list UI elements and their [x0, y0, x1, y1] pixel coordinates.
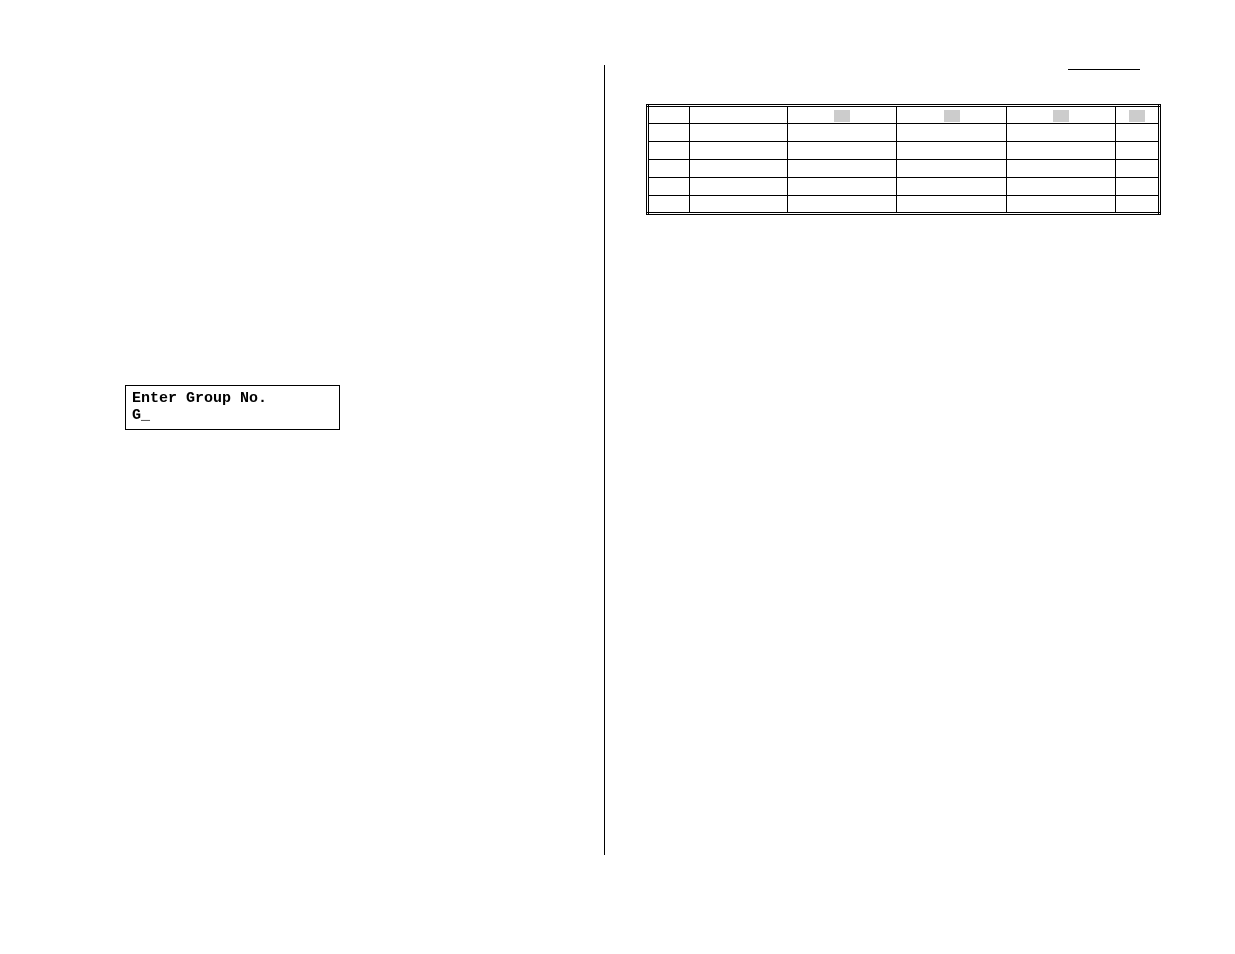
gray-marker-icon: [944, 110, 960, 122]
table-cell: [1006, 124, 1115, 142]
table-header-cell: [1116, 106, 1160, 124]
table-cell: [689, 142, 787, 160]
table-row: [648, 160, 1160, 178]
prompt-line-2: G_: [132, 407, 150, 424]
prompt-box: Enter Group No. G_: [125, 385, 340, 430]
table-cell: [788, 196, 897, 214]
table-cell: [689, 178, 787, 196]
prompt-line-1: Enter Group No.: [132, 390, 267, 407]
table-cell: [648, 142, 690, 160]
table-header-cell: [897, 106, 1006, 124]
table-cell: [897, 142, 1006, 160]
right-column: [646, 104, 1166, 215]
table-header-row: [648, 106, 1160, 124]
table-cell: [897, 196, 1006, 214]
table-header-cell: [788, 106, 897, 124]
table-cell: [788, 142, 897, 160]
table-cell: [1116, 124, 1160, 142]
table-cell: [897, 178, 1006, 196]
table-cell: [648, 124, 690, 142]
table-header-cell: [648, 106, 690, 124]
table-cell: [788, 124, 897, 142]
header-underline: [1068, 69, 1140, 70]
table-cell: [689, 196, 787, 214]
table-cell: [648, 196, 690, 214]
table-cell: [1006, 142, 1115, 160]
table-cell: [788, 160, 897, 178]
table-cell: [897, 160, 1006, 178]
table-row: [648, 178, 1160, 196]
table-row: [648, 196, 1160, 214]
gray-marker-icon: [1053, 110, 1069, 122]
table-cell: [1006, 160, 1115, 178]
table-cell: [1116, 178, 1160, 196]
table-header-cell: [1006, 106, 1115, 124]
table-cell: [788, 178, 897, 196]
table-cell: [1116, 160, 1160, 178]
table-cell: [1116, 196, 1160, 214]
table-header-cell: [689, 106, 787, 124]
table-cell: [1006, 178, 1115, 196]
page: Enter Group No. G_: [0, 0, 1235, 954]
gray-marker-icon: [1129, 110, 1145, 122]
table-cell: [689, 124, 787, 142]
table-cell: [689, 160, 787, 178]
table-cell: [1006, 196, 1115, 214]
data-table: [646, 104, 1161, 215]
table-row: [648, 142, 1160, 160]
table-cell: [1116, 142, 1160, 160]
table-cell: [897, 124, 1006, 142]
table-cell: [648, 160, 690, 178]
table-row: [648, 124, 1160, 142]
left-column: [90, 65, 605, 855]
table-cell: [648, 178, 690, 196]
gray-marker-icon: [834, 110, 850, 122]
